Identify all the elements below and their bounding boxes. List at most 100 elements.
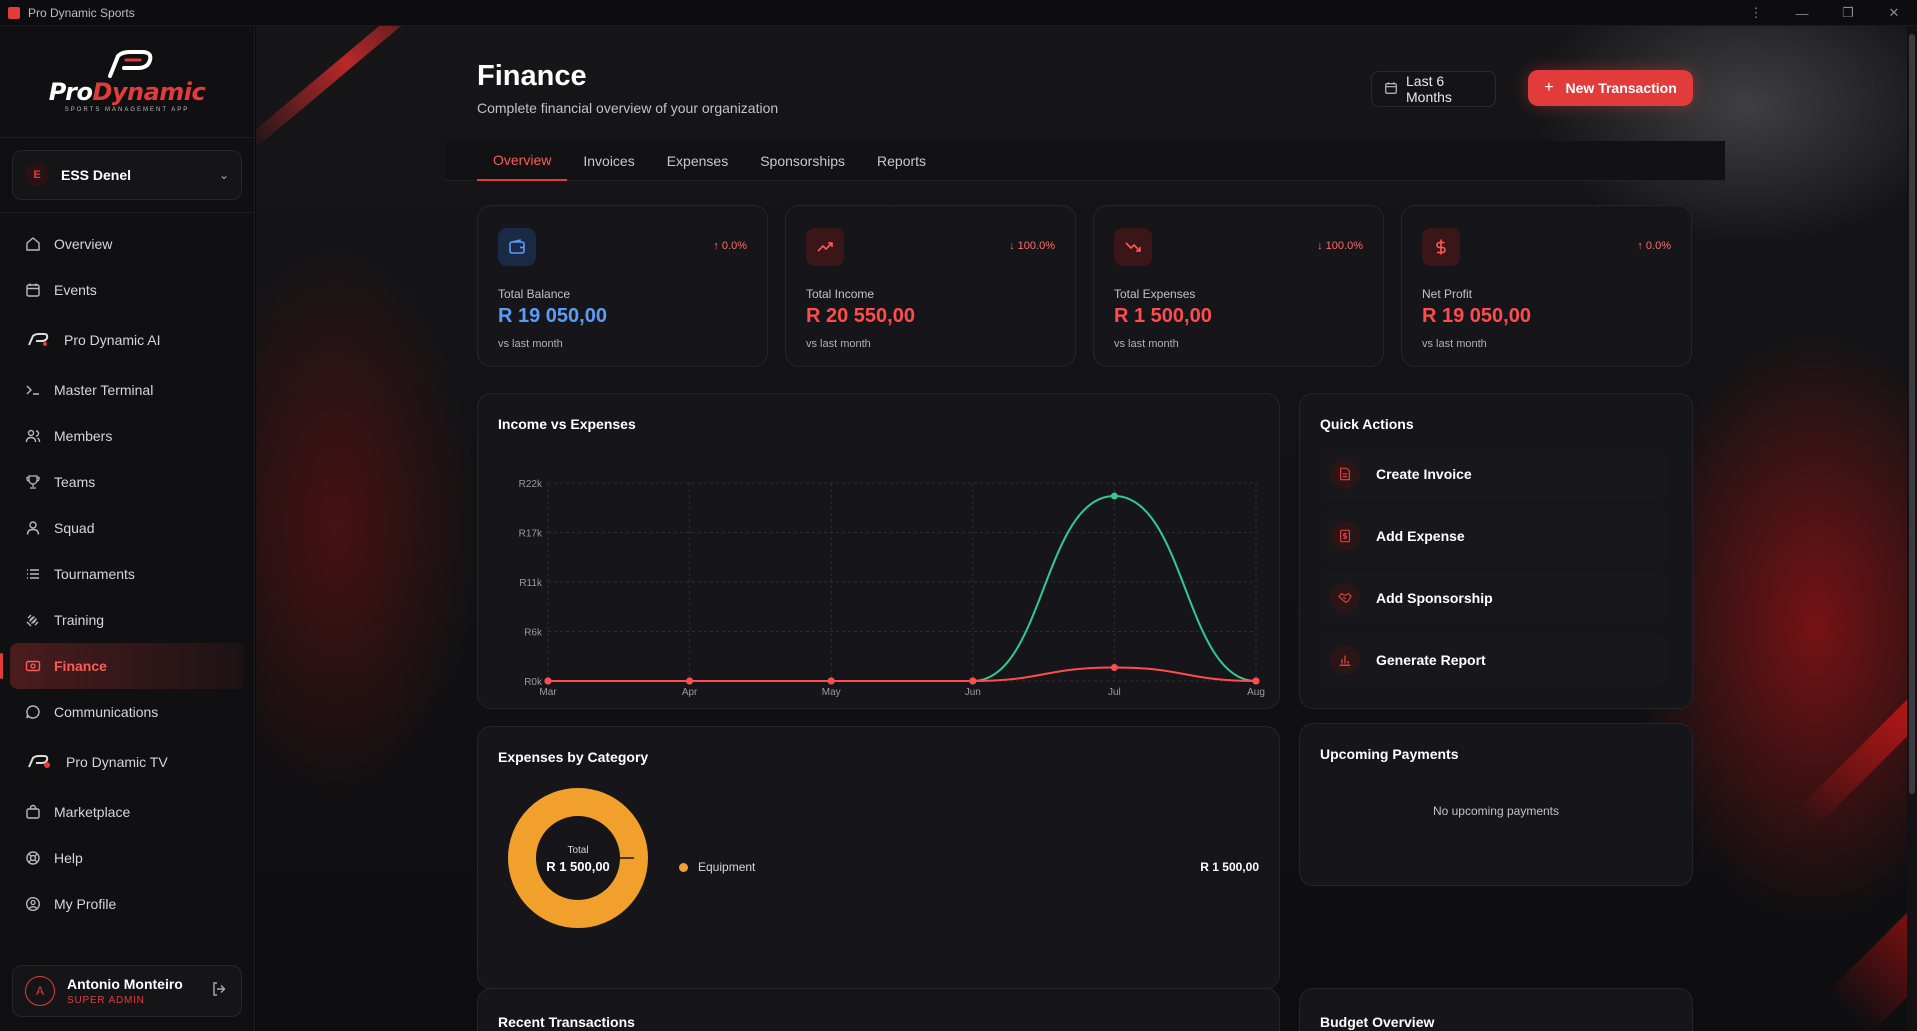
sidebar-item-label: My Profile <box>54 896 117 912</box>
tab-invoices[interactable]: Invoices <box>567 141 650 181</box>
sidebar-item-label: Help <box>54 850 83 866</box>
app-icon <box>8 6 20 19</box>
tab-overview[interactable]: Overview <box>477 141 568 181</box>
sidebar-item-label: Master Terminal <box>54 382 154 398</box>
profile-icon <box>24 895 42 913</box>
sidebar-item-label: Teams <box>54 474 96 490</box>
stat-value: R 20 550,00 <box>806 305 915 327</box>
sidebar-item-label: Marketplace <box>54 804 131 820</box>
restore-icon[interactable]: ❐ <box>1825 0 1871 26</box>
sidebar-item-squad[interactable]: Squad <box>0 505 254 551</box>
stat-label: Net Profit <box>1422 287 1473 301</box>
logo[interactable]: ProDynamic SPORTS MANAGEMENT APP <box>0 26 254 138</box>
tab-sponsorships[interactable]: Sponsorships <box>744 141 861 181</box>
generate-report-button[interactable]: Generate Report <box>1320 634 1666 686</box>
category-amount: R 1 500,00 <box>1200 860 1259 874</box>
series-point-1 <box>544 677 552 685</box>
more-options-icon[interactable]: ⋮ <box>1733 0 1779 26</box>
expenses-donut-chart: Total R 1 500,00 <box>508 788 648 928</box>
y-tick-label: R6k <box>524 628 543 639</box>
sidebar-item-finance[interactable]: Finance <box>0 643 244 689</box>
sidebar-item-training[interactable]: Training <box>0 597 254 643</box>
sidebar-item-communications[interactable]: Communications <box>0 689 254 735</box>
quick-action-label: Create Invoice <box>1376 466 1472 482</box>
scrollbar[interactable] <box>1907 26 1917 1031</box>
stat-change: ↑ 0.0% <box>713 240 747 252</box>
sidebar-item-tournaments[interactable]: Tournaments <box>0 551 254 597</box>
trending-up-icon <box>806 228 844 266</box>
stat-value: R 1 500,00 <box>1114 305 1212 327</box>
calendar-icon <box>24 281 42 299</box>
org-switcher[interactable]: E ESS Denel ⌄ <box>12 150 242 200</box>
calendar-icon <box>1384 81 1398 98</box>
upcoming-payments-empty: No upcoming payments <box>1432 804 1560 818</box>
stat-label: Total Income <box>806 287 875 301</box>
tab-expenses[interactable]: Expenses <box>651 141 744 181</box>
user-icon <box>24 519 42 537</box>
series-line-0 <box>548 495 1257 682</box>
income-expenses-chart: R0kR6kR11kR17kR22kMar Apr May Jun Jul Aug <box>519 479 1265 698</box>
sidebar-item-label: Pro Dynamic AI <box>64 332 161 348</box>
x-tick-label: Aug <box>1247 687 1265 698</box>
sidebar-item-events[interactable]: Events <box>0 267 254 313</box>
sidebar-item-label: Pro Dynamic TV <box>66 754 168 770</box>
chat-icon <box>24 703 42 721</box>
donut-center-value: R 1 500,00 <box>546 859 610 874</box>
sidebar-item-label: Communications <box>54 704 159 720</box>
sidebar-item-pro-dynamic-tv[interactable]: Pro Dynamic TV <box>0 735 254 789</box>
dollar-icon <box>1422 228 1460 266</box>
scrollbar-thumb[interactable] <box>1909 34 1915 794</box>
quick-action-label: Add Expense <box>1376 528 1465 544</box>
stat-value: R 19 050,00 <box>1422 305 1531 327</box>
stat-card-total-balance: ↑ 0.0% Total Balance R 19 050,00 vs last… <box>477 205 768 367</box>
stat-change: ↑ 0.0% <box>1637 240 1671 252</box>
quick-action-label: Generate Report <box>1376 652 1486 668</box>
budget-overview-card: Budget Overview <box>1299 988 1693 1031</box>
create-invoice-button[interactable]: Create Invoice <box>1320 448 1666 500</box>
tab-reports[interactable]: Reports <box>861 141 942 181</box>
org-name: ESS Denel <box>61 167 132 183</box>
user-role: SUPER ADMIN <box>67 995 145 1006</box>
sidebar-item-master-terminal[interactable]: Master Terminal <box>0 367 254 413</box>
budget-overview-title: Budget Overview <box>1320 1014 1435 1030</box>
stat-compare: vs last month <box>806 338 871 350</box>
quick-actions-title: Quick Actions <box>1320 416 1414 432</box>
sidebar-item-overview[interactable]: Overview <box>0 221 254 267</box>
terminal-icon <box>24 381 42 399</box>
add-expense-button[interactable]: Add Expense <box>1320 510 1666 562</box>
chevron-down-icon: ⌄ <box>218 168 229 182</box>
sidebar-item-help[interactable]: Help <box>0 835 254 881</box>
sidebar-item-label: Finance <box>54 658 107 674</box>
lifebuoy-icon <box>24 849 42 867</box>
sidebar-item-members[interactable]: Members <box>0 413 254 459</box>
sidebar-item-marketplace[interactable]: Marketplace <box>0 789 254 835</box>
sidebar-item-teams[interactable]: Teams <box>0 459 254 505</box>
add-sponsorship-button[interactable]: Add Sponsorship <box>1320 572 1666 624</box>
sidebar-item-label: Squad <box>54 520 95 536</box>
series-point-1 <box>969 677 977 685</box>
tv-logo-icon <box>24 753 54 771</box>
sidebar-item-label: Members <box>54 428 113 444</box>
donut-center-label: Total <box>567 845 588 856</box>
minimize-icon[interactable]: — <box>1779 0 1825 26</box>
avatar: A <box>25 976 55 1006</box>
sidebar-item-my-profile[interactable]: My Profile <box>0 881 254 927</box>
recent-transactions-card: Recent Transactions <box>477 988 1280 1031</box>
list-icon <box>24 565 42 583</box>
series-point-0 <box>1110 492 1118 500</box>
sidebar-item-pro-dynamic-ai[interactable]: Pro Dynamic AI <box>0 313 254 367</box>
stat-compare: vs last month <box>498 338 563 350</box>
y-tick-label: R11k <box>519 578 543 589</box>
logout-icon[interactable] <box>211 981 227 1002</box>
date-range-label: Last 6 Months <box>1406 73 1452 105</box>
new-transaction-button[interactable]: + New Transaction <box>1528 70 1693 106</box>
wallet-icon <box>498 228 536 266</box>
org-avatar: E <box>25 163 49 187</box>
upcoming-payments-card: Upcoming Payments No upcoming payments <box>1299 723 1693 886</box>
date-range-button[interactable]: Last 6 Months <box>1371 71 1496 107</box>
user-profile-card[interactable]: A Antonio Monteiro SUPER ADMIN <box>12 965 242 1017</box>
quick-actions-card: Quick Actions Create Invoice Add Expense… <box>1299 393 1693 709</box>
close-icon[interactable]: ✕ <box>1871 0 1917 26</box>
quick-action-label: Add Sponsorship <box>1376 590 1493 606</box>
window-title: Pro Dynamic Sports <box>28 5 135 20</box>
